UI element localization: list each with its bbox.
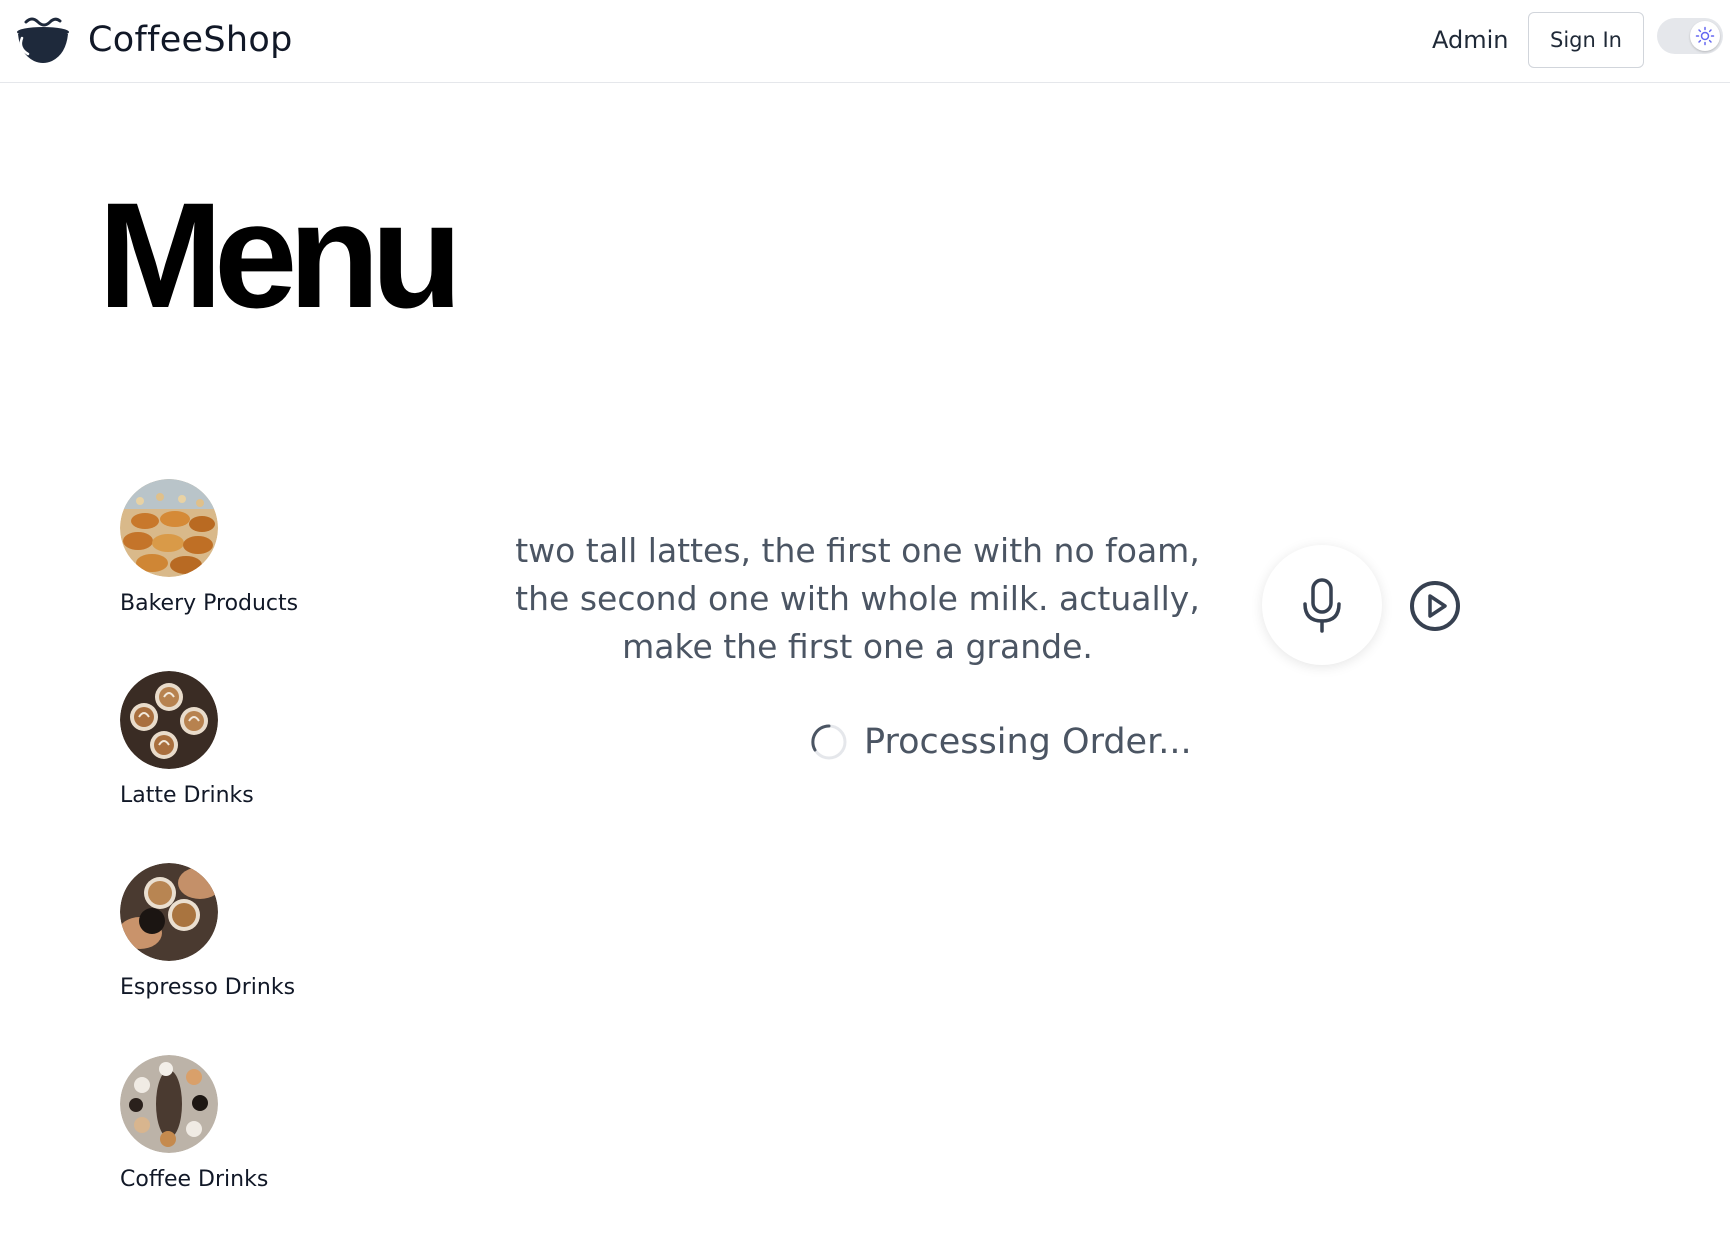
category-espresso-drinks[interactable]: Espresso Drinks <box>120 863 380 1000</box>
microphone-button[interactable] <box>1262 545 1382 665</box>
bakery-image <box>120 479 218 577</box>
transcript-line: two tall lattes, the first one with no f… <box>515 531 1200 570</box>
category-latte-drinks[interactable]: Latte Drinks <box>120 671 380 808</box>
transcript-line: the second one with whole milk. actually… <box>515 579 1200 618</box>
category-bakery-products[interactable]: Bakery Products <box>120 479 380 616</box>
nav-admin-link[interactable]: Admin <box>1432 26 1509 54</box>
loading-spinner-icon <box>811 724 847 760</box>
category-coffee-drinks[interactable]: Coffee Drinks <box>120 1055 380 1192</box>
category-label: Espresso Drinks <box>120 975 296 1000</box>
category-label: Coffee Drinks <box>120 1167 269 1192</box>
sun-icon <box>1695 26 1715 46</box>
order-status: Processing Order... <box>810 722 1192 762</box>
theme-toggle[interactable] <box>1657 18 1723 54</box>
category-label: Bakery Products <box>120 591 299 616</box>
theme-toggle-knob <box>1690 21 1720 51</box>
top-navbar: CoffeeShop Admin Sign In <box>0 0 1730 83</box>
status-text: Processing Order... <box>864 722 1192 762</box>
transcript-line: make the first one a grande. <box>622 627 1093 666</box>
brand-name: CoffeeShop <box>88 20 293 60</box>
order-transcript: two tall lattes, the first one with no f… <box>505 527 1210 671</box>
sign-in-button[interactable]: Sign In <box>1528 12 1644 68</box>
sign-in-label: Sign In <box>1550 28 1622 52</box>
category-label: Latte Drinks <box>120 783 254 808</box>
coffee-image <box>120 1055 218 1153</box>
microphone-icon <box>1303 578 1341 633</box>
espresso-image <box>120 863 218 961</box>
brand-link[interactable]: CoffeeShop <box>12 14 293 66</box>
coffee-cup-icon <box>17 17 69 63</box>
play-circle-icon[interactable] <box>1408 579 1462 633</box>
latte-image <box>120 671 218 769</box>
page-title: Menu <box>98 171 463 339</box>
